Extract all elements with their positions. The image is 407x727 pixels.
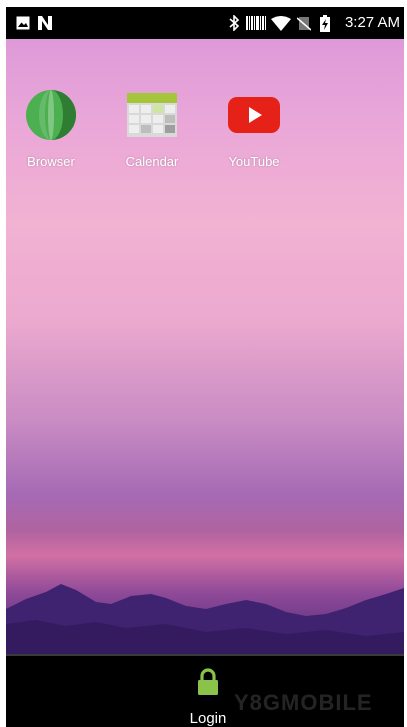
status-bar: 3:27 AM (6, 7, 404, 39)
barcode-icon (245, 7, 267, 39)
youtube-icon (228, 89, 280, 141)
app-label: YouTube (228, 154, 280, 169)
app-browser[interactable]: Browser (11, 89, 91, 169)
lock-icon (196, 668, 220, 696)
no-sim-icon (295, 7, 313, 39)
wifi-icon (270, 7, 292, 39)
watermark: Y8GMOBILE (234, 690, 373, 715)
calendar-icon (126, 89, 178, 141)
battery-charging-icon (318, 7, 332, 39)
device-screen: 3:27 AM Browser Calendar YouTube Login (6, 7, 404, 727)
app-label: Calendar (125, 154, 179, 169)
mountain-silhouette (6, 584, 404, 654)
image-notification-icon (14, 7, 32, 39)
home-wallpaper: Browser Calendar YouTube (6, 39, 404, 654)
app-calendar[interactable]: Calendar (112, 89, 192, 169)
status-time: 3:27 AM (344, 14, 400, 31)
n-notification-icon (36, 7, 54, 39)
browser-icon (25, 89, 77, 141)
divider (6, 654, 404, 656)
app-youtube[interactable]: YouTube (214, 89, 294, 169)
app-label: Browser (27, 154, 75, 169)
bluetooth-icon (227, 7, 241, 39)
